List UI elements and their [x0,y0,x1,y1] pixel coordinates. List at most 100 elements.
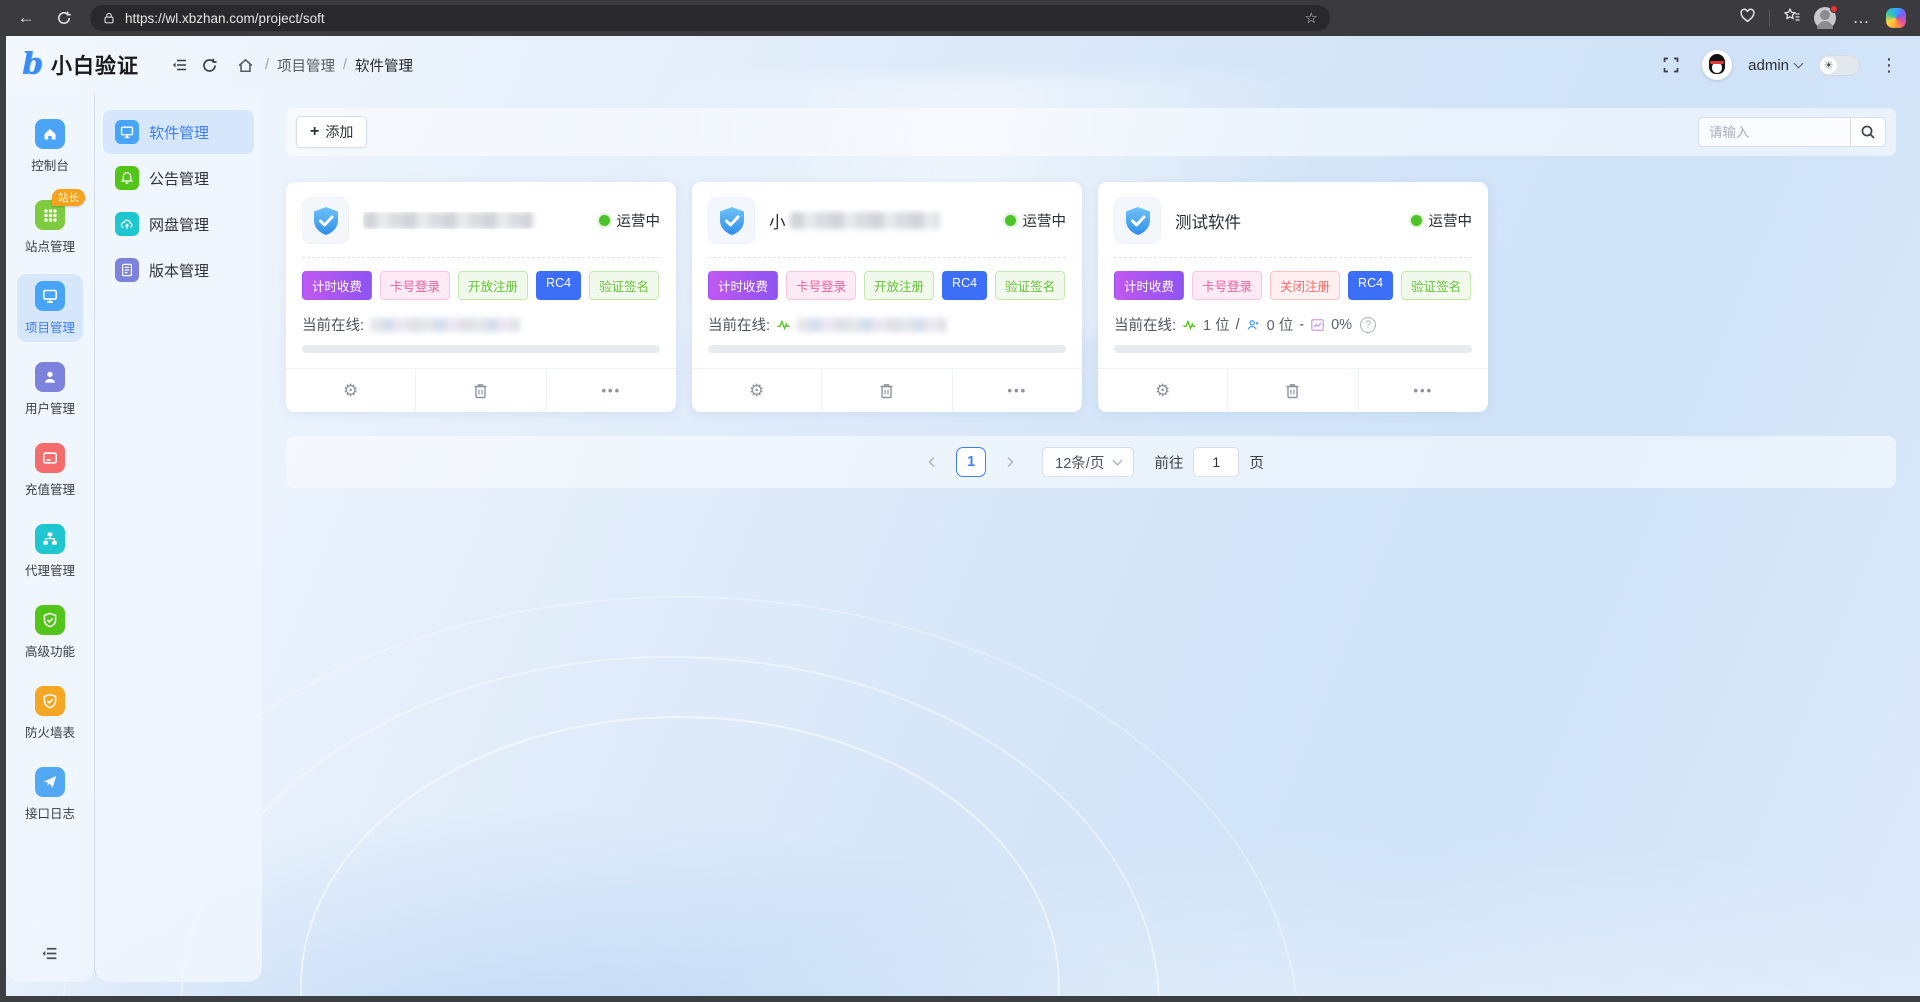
delete-button[interactable] [415,369,545,412]
monitor-icon [115,120,139,144]
submenu-item-software[interactable]: 软件管理 [103,110,254,154]
ellipsis-icon: ••• [1007,383,1027,398]
theme-toggle[interactable]: ☀ [1818,55,1860,76]
sidebar-item-label: 高级功能 [25,641,75,660]
page-size-select[interactable]: 12条/页 [1042,447,1134,477]
page-size-value: 12条/页 [1055,452,1104,473]
prev-page-button[interactable] [918,448,946,476]
registered-count: 0 位 [1267,314,1294,335]
settings-button[interactable]: ⚙ [692,369,821,412]
online-label: 当前在线: [1114,314,1176,335]
search-input[interactable] [1698,117,1850,147]
chevron-right-icon [1004,456,1016,468]
stat-dash: - [1299,317,1304,333]
online-progress-bar [708,345,1066,353]
goto-page-input[interactable] [1193,447,1239,477]
profile-avatar[interactable] [1814,7,1836,29]
users-icon [1246,318,1261,332]
sidebar-item-console[interactable]: 控制台 [17,112,83,180]
app-logo: b [22,50,43,80]
tag-billing: 计时收费 [302,271,372,300]
webmaster-badge: 站长 [52,189,85,206]
settings-button[interactable]: ⚙ [1098,369,1227,412]
sidebar-item-advanced[interactable]: 高级功能 [17,598,83,666]
user-menu[interactable]: admin [1748,57,1802,74]
goto-label: 前往 [1154,452,1183,473]
submenu-item-announcements[interactable]: 公告管理 [103,156,254,200]
online-stats: 当前在线: 1 位 / 0 位 - 0% ? [1098,304,1488,335]
browser-menu-icon[interactable]: … [1849,6,1873,30]
tag-register: 开放注册 [458,271,528,300]
more-actions-button[interactable]: ••• [546,369,676,412]
card-actions: ⚙ ••• [692,368,1082,412]
browser-essentials-icon[interactable] [1739,7,1756,29]
tag-login-mode: 卡号登录 [786,271,856,300]
status-badge: 运营中 [1005,210,1067,231]
software-logo [302,197,349,244]
header-more-icon[interactable]: ⋮ [1876,55,1902,76]
user-avatar[interactable] [1702,50,1732,80]
fullscreen-icon[interactable] [1656,50,1686,80]
shield-check-icon [35,686,65,716]
sidebar-item-recharge[interactable]: 充值管理 [17,436,83,504]
trash-icon [1285,383,1300,399]
next-page-button[interactable] [996,448,1024,476]
user-icon [35,362,65,392]
submenu-item-netdisk[interactable]: 网盘管理 [103,202,254,246]
sun-icon: ☀ [1824,59,1834,72]
page-unit-label: 页 [1249,452,1264,473]
breadcrumb-separator: / [343,57,347,73]
more-actions-button[interactable]: ••• [1358,369,1488,412]
status-label: 运营中 [617,210,661,231]
back-icon[interactable]: ← [14,6,38,30]
copilot-icon[interactable] [1886,8,1906,28]
submenu-item-versions[interactable]: 版本管理 [103,248,254,292]
page-number-current[interactable]: 1 [956,447,986,477]
search-button[interactable] [1850,117,1886,147]
sidebar-item-projects[interactable]: 项目管理 [17,274,83,342]
breadcrumb-item-current: 软件管理 [355,55,413,76]
ellipsis-icon: ••• [601,383,621,398]
settings-button[interactable]: ⚙ [286,369,415,412]
refresh-icon[interactable] [195,50,225,80]
more-actions-button[interactable]: ••• [952,369,1082,412]
browser-chrome: ← https://wl.xbzhan.com/project/soft ☆ … [0,0,1920,36]
bookmark-star-icon[interactable]: ☆ [1305,9,1318,27]
collapse-sidebar-icon[interactable] [41,944,60,968]
tag-signature: 验证签名 [995,271,1065,300]
stats-redacted [370,318,520,332]
sidebar-item-sites[interactable]: 站长 站点管理 [17,193,83,261]
delete-button[interactable] [821,369,951,412]
sidebar-item-label: 代理管理 [25,560,75,579]
favorites-icon[interactable] [1783,7,1801,30]
app-header: b 小白验证 / 项目管理 / 软件管理 admin ☀ ⋮ [0,36,1920,94]
sidebar-collapse-icon[interactable] [165,50,195,80]
status-label: 运营中 [1023,210,1067,231]
online-label: 当前在线: [302,314,364,335]
card-actions: ⚙ ••• [286,368,676,412]
tag-login-mode: 卡号登录 [1192,271,1262,300]
software-card: 测试软件 运营中 计时收费 卡号登录 关闭注册 RC4 验证签名 当前在线: [1098,182,1488,412]
sidebar-item-users[interactable]: 用户管理 [17,355,83,423]
notification-dot [1830,5,1838,13]
status-dot [1411,215,1422,226]
breadcrumb-item[interactable]: 项目管理 [277,55,335,76]
paper-plane-icon [35,767,65,797]
pulse-icon [1182,318,1197,332]
help-icon[interactable]: ? [1360,317,1376,333]
address-bar[interactable]: https://wl.xbzhan.com/project/soft ☆ [90,5,1330,31]
delete-button[interactable] [1227,369,1357,412]
submenu: 软件管理 公告管理 网盘管理 版本管理 [94,94,262,982]
online-progress-bar [302,345,660,353]
sidebar-item-agents[interactable]: 代理管理 [17,517,83,585]
breadcrumb: / 项目管理 / 软件管理 [235,50,413,80]
sidebar-item-firewall[interactable]: 防火墙表 [17,679,83,747]
add-button[interactable]: + 添加 [296,116,367,148]
sidebar-item-api-logs[interactable]: 接口日志 [17,760,83,828]
online-stats: 当前在线: [692,304,1082,335]
software-card: 小 运营中 计时收费 卡号登录 开放注册 RC4 验证签名 当前在线: [692,182,1082,412]
tag-encryption: RC4 [942,271,987,300]
sidebar-item-label: 站点管理 [25,236,75,255]
home-icon[interactable] [235,50,257,80]
reload-icon[interactable] [52,6,76,30]
